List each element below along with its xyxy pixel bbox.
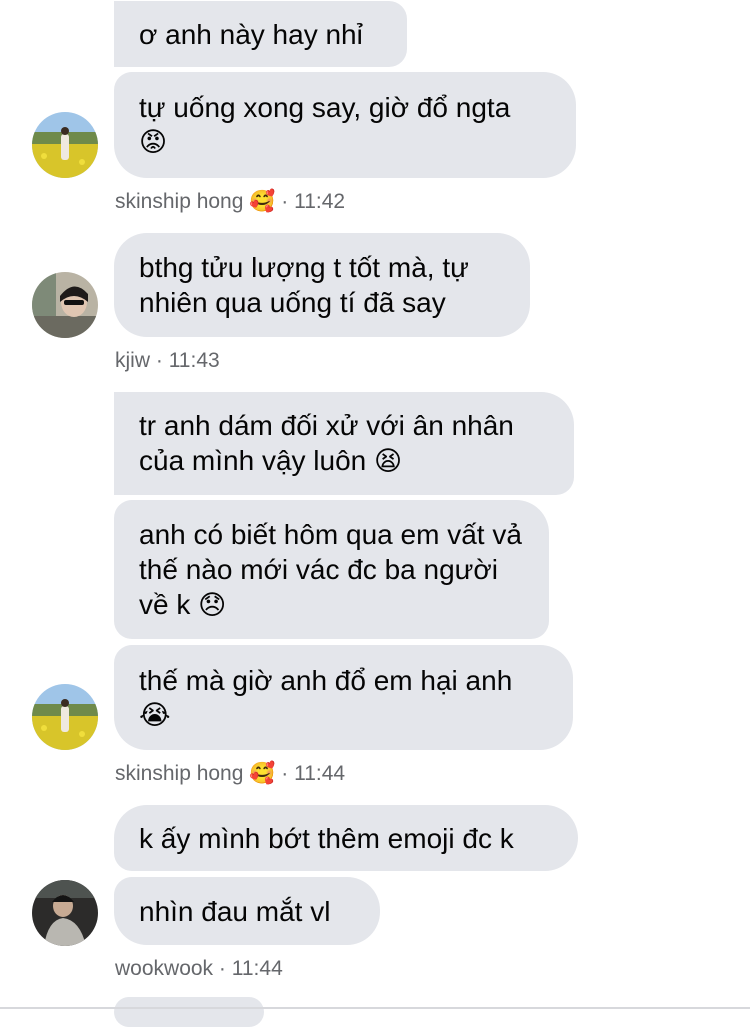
message-bubble[interactable]: ơ anh này hay nhỉ (114, 1, 407, 67)
sender-name: wookwook (115, 957, 214, 980)
meta-separator: · (281, 762, 289, 785)
message-meta: skinship hong 🥰 · 11:42 (115, 189, 345, 214)
message-content: anh có biết hôm qua em vất vả thế nào mớ… (139, 517, 523, 623)
message-meta: kjiw · 11:43 (115, 349, 220, 373)
meta-separator: · (281, 190, 289, 213)
smiling-face-with-hearts-emoji: 🥰 (249, 189, 276, 213)
message-bubble[interactable]: nhìn đau mắt vl (114, 877, 380, 945)
avatar[interactable] (32, 684, 98, 750)
meta-separator: · (218, 957, 226, 980)
meta-separator: · (155, 349, 163, 372)
timestamp: 11:44 (231, 957, 283, 980)
timestamp: 11:44 (294, 762, 346, 785)
disappointed-face-emoji: 😞 (198, 589, 227, 621)
avatar[interactable] (32, 112, 98, 178)
message-text: k ấy mình bớt thêm emoji đc k (139, 822, 514, 854)
sender-name: skinship hong (115, 762, 244, 785)
message-meta: wookwook · 11:44 (115, 957, 283, 981)
angry-face-emoji: 😡 (139, 127, 168, 158)
message-content: tr anh dám đối xử với ân nhân của mình v… (139, 408, 548, 479)
message-text: nhìn đau mắt vl (139, 895, 331, 927)
avatar[interactable] (32, 880, 98, 946)
sender-name: skinship hong (115, 190, 244, 213)
avatar[interactable] (32, 272, 98, 338)
message-text: anh có biết hôm qua em vất vả thế nào mớ… (139, 518, 522, 620)
timestamp: 11:42 (294, 190, 346, 213)
message-text: ơ anh này hay nhỉ (139, 18, 363, 50)
message-bubble[interactable]: tự uống xong say, giờ đổ ngta 😡 (114, 72, 576, 178)
message-meta: skinship hong 🥰 · 11:44 (115, 761, 345, 786)
message-bubble[interactable]: thế mà giờ anh đổ em hại anh 😭 (114, 645, 573, 750)
loudly-crying-face-emoji: 😭 (139, 699, 171, 731)
tired-face-emoji: 😫 (374, 446, 403, 477)
message-text: bthg tửu lượng t tốt mà, tự nhiên qua uố… (139, 252, 469, 318)
message-bubble[interactable]: tr anh dám đối xử với ân nhân của mình v… (114, 392, 574, 495)
message-bubble[interactable]: bthg tửu lượng t tốt mà, tự nhiên qua uố… (114, 233, 530, 337)
timestamp: 11:43 (168, 349, 220, 372)
message-text: tr anh dám đối xử với ân nhân của mình v… (139, 410, 514, 476)
message-text: tự uống xong say, giờ đổ ngta (139, 92, 511, 123)
message-bubble[interactable]: k ấy mình bớt thêm emoji đc k (114, 805, 578, 871)
sender-name: kjiw (115, 349, 150, 372)
smiling-face-with-hearts-emoji: 🥰 (249, 761, 276, 785)
message-bubble-partial[interactable] (114, 997, 264, 1027)
message-bubble[interactable]: anh có biết hôm qua em vất vả thế nào mớ… (114, 500, 549, 639)
message-text: thế mà giờ anh đổ em hại anh (139, 664, 513, 696)
